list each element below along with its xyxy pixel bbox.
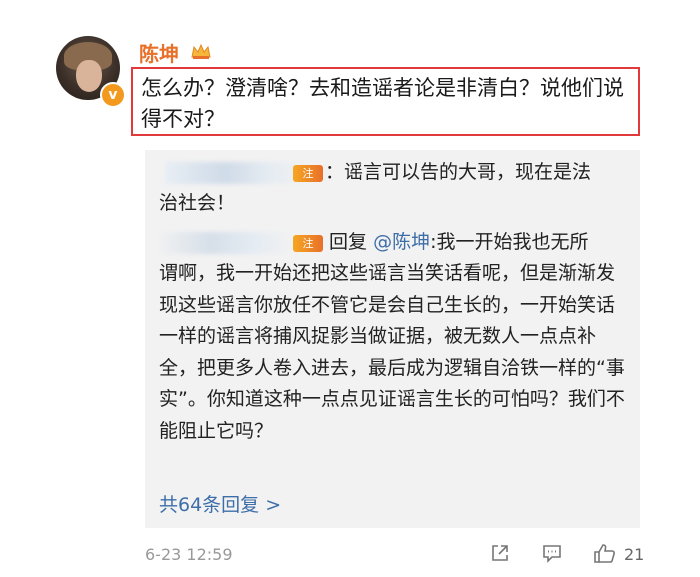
reply-prefix: 回复 <box>329 231 368 253</box>
crown-icon <box>191 43 211 59</box>
timestamp: 6-23 12:59 <box>145 545 233 564</box>
avatar-face <box>76 60 102 92</box>
verified-icon: v <box>100 82 126 108</box>
mention-link[interactable]: @陈坤 <box>373 231 430 253</box>
blurred-username <box>155 232 295 254</box>
comment-icon[interactable] <box>541 542 563 564</box>
like-count: 21 <box>624 545 645 564</box>
reply-text: 谓啊，我一开始还把这些谣言当笑话看呢，但是渐渐发现这些谣言你放任不管它是会自己生… <box>159 262 625 442</box>
reply-thread: 注 ：谣言可以告的大哥，现在是法 治社会！ 注 回复 @陈坤:我一开始我也无所 … <box>145 150 640 528</box>
reply-text: 治社会！ <box>159 192 236 214</box>
more-replies-link[interactable]: 共64条回复 > <box>159 490 281 517</box>
reply-header: 回复 @陈坤:我一开始我也无所 <box>329 227 588 258</box>
author-name[interactable]: 陈坤 <box>139 38 179 67</box>
share-icon[interactable] <box>489 542 511 564</box>
reply-text: ：谣言可以告的大哥，现在是法 <box>325 161 592 183</box>
fan-badge: 注 <box>293 165 323 182</box>
like-icon[interactable] <box>593 542 617 564</box>
reply-text: :我一开始我也无所 <box>430 231 589 253</box>
highlighted-post-text: 怎么办？澄清啥？去和造谣者论是非清白？说他们说得不对？ <box>131 67 640 136</box>
fan-badge: 注 <box>293 235 323 252</box>
